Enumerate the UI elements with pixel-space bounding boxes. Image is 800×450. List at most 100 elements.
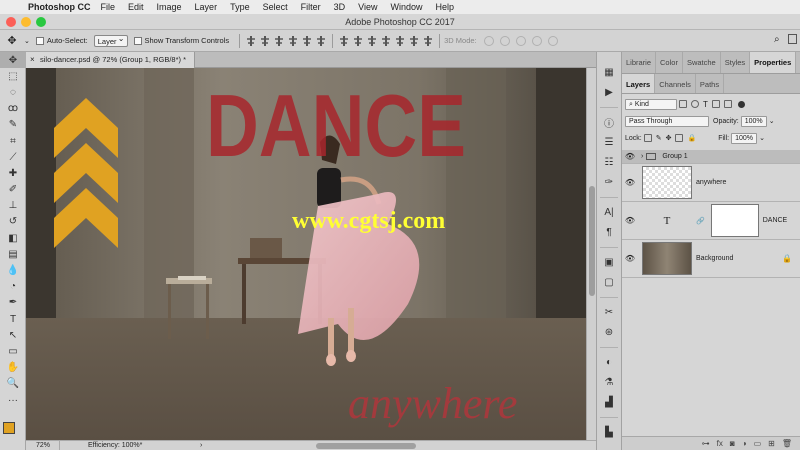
menu-window[interactable]: Window	[390, 2, 422, 12]
align-hcenter-icon[interactable]	[302, 35, 313, 46]
fill-field[interactable]: 100%	[731, 132, 758, 144]
menu-type[interactable]: Type	[230, 2, 250, 12]
show-transform-checkbox[interactable]	[133, 36, 142, 45]
lock-paint-icon[interactable]: ✎	[656, 134, 662, 142]
auto-align-icon[interactable]	[423, 35, 434, 46]
timeline-panel-icon[interactable]: ▟	[597, 392, 621, 412]
menu-3d[interactable]: 3D	[334, 2, 346, 12]
menu-file[interactable]: File	[101, 2, 116, 12]
visibility-eye-icon[interactable]: 👁	[622, 216, 638, 225]
link-layers-icon[interactable]: ⊶	[702, 439, 710, 448]
character-panel-icon[interactable]: A|	[597, 202, 621, 222]
layer-style-icon[interactable]: fx	[717, 439, 723, 448]
auto-select-dropdown[interactable]: Layer	[93, 33, 128, 47]
vertical-scrollbar[interactable]	[586, 68, 596, 440]
horizontal-scroll-thumb[interactable]	[316, 443, 416, 449]
clone-source-icon[interactable]: ⊛	[597, 322, 621, 342]
menu-view[interactable]: View	[358, 2, 377, 12]
tab-color[interactable]: Color	[656, 52, 683, 73]
align-left-icon[interactable]	[288, 35, 299, 46]
distribute-right-icon[interactable]	[409, 35, 420, 46]
show-transform-option[interactable]: Show Transform Controls	[133, 36, 229, 45]
visibility-eye-icon[interactable]: 👁	[622, 178, 638, 187]
delete-layer-icon[interactable]: 🗑	[782, 439, 792, 448]
menu-select[interactable]: Select	[263, 2, 288, 12]
path-select-icon[interactable]: ↖	[0, 327, 26, 343]
menu-edit[interactable]: Edit	[128, 2, 144, 12]
info-panel-icon[interactable]: ⓘ	[597, 112, 621, 132]
zoom-tool-icon[interactable]: 🔍	[0, 376, 26, 392]
tab-properties[interactable]: Properties	[750, 52, 797, 73]
new-adjustment-icon[interactable]: ◑	[742, 439, 747, 448]
3d-orbit-icon[interactable]	[483, 35, 494, 46]
swatches-panel-icon[interactable]: ◐	[597, 352, 621, 372]
distribute-hcenter-icon[interactable]	[395, 35, 406, 46]
document-tab[interactable]: × silo-dancer.psd @ 72% (Group 1, RGB/8*…	[26, 52, 196, 68]
3d-pan-icon[interactable]	[515, 35, 526, 46]
filter-kind-dropdown[interactable]: ⌕ Kind	[625, 98, 677, 110]
dodge-tool-icon[interactable]: ◔	[0, 279, 26, 295]
pen-tool-icon[interactable]: ✒	[0, 295, 26, 311]
align-bottom-icon[interactable]	[274, 35, 285, 46]
minimize-window-button[interactable]	[21, 17, 31, 27]
add-mask-icon[interactable]: ◙	[730, 439, 735, 448]
libraries-panel-icon[interactable]: ▢	[597, 272, 621, 292]
history-brush-icon[interactable]: ↺	[0, 214, 26, 230]
align-top-icon[interactable]	[246, 35, 257, 46]
actions-panel-icon[interactable]: ▶	[597, 82, 621, 102]
visibility-eye-icon[interactable]: 👁	[622, 254, 638, 263]
tab-swatches[interactable]: Swatche	[683, 52, 721, 73]
gradient-tool-icon[interactable]: ▤	[0, 246, 26, 262]
lock-all-icon[interactable]: 🔒	[687, 134, 696, 142]
foreground-color-swatch[interactable]	[3, 422, 15, 434]
navigator-panel-icon[interactable]: ▣	[597, 252, 621, 272]
layer-row-anywhere[interactable]: 👁 anywhere	[622, 164, 800, 202]
shape-filter-icon[interactable]	[711, 100, 720, 108]
smart-object-filter-icon[interactable]	[723, 100, 732, 108]
eraser-tool-icon[interactable]: ◧	[0, 230, 26, 246]
tab-layers[interactable]: Layers	[622, 74, 656, 93]
layer-mask-thumbnail[interactable]	[710, 204, 759, 237]
adjustment-filter-icon[interactable]	[691, 100, 699, 108]
hand-tool-icon[interactable]: ✋	[0, 360, 26, 376]
visibility-eye-icon[interactable]: 👁	[622, 152, 638, 161]
layer-row-dance[interactable]: 👁 T 🔗 DANCE	[622, 202, 800, 240]
more-tools-icon[interactable]: ···	[0, 392, 26, 408]
brush-presets-icon[interactable]: ✑	[597, 172, 621, 192]
layer-row-group[interactable]: 👁 › Group 1	[622, 150, 800, 164]
auto-select-target[interactable]: Layer	[93, 33, 128, 47]
auto-select-option[interactable]: Auto-Select:	[35, 36, 88, 45]
expand-chevron-icon[interactable]: ›	[641, 153, 643, 160]
new-group-icon[interactable]: ▭	[754, 439, 762, 448]
distribute-left-icon[interactable]	[381, 35, 392, 46]
new-layer-icon[interactable]: ⊞	[768, 439, 775, 448]
filter-toggle-icon[interactable]	[737, 100, 745, 108]
distribute-vcenter-icon[interactable]	[353, 35, 364, 46]
styles-panel-icon[interactable]: ⚗	[597, 372, 621, 392]
tool-presets-icon[interactable]: ✂	[597, 302, 621, 322]
opacity-chevron-icon[interactable]: ⌄	[769, 117, 775, 125]
auto-select-checkbox[interactable]	[35, 36, 44, 45]
lock-artboard-icon[interactable]	[675, 134, 684, 142]
blur-tool-icon[interactable]: 💧	[0, 262, 26, 278]
artboard-tool-icon[interactable]: ⬚	[0, 68, 26, 84]
pixel-filter-icon[interactable]	[679, 100, 687, 108]
3d-roll-icon[interactable]	[499, 35, 510, 46]
brush-tool-icon[interactable]: ✐	[0, 182, 26, 198]
tool-preset-chevron-icon[interactable]: ⌄	[24, 37, 30, 45]
tab-paths[interactable]: Paths	[696, 74, 725, 93]
type-filter-icon[interactable]: T	[703, 100, 708, 109]
shape-tool-icon[interactable]: ▭	[0, 343, 26, 359]
status-arrow-icon[interactable]: ›	[200, 441, 202, 450]
quick-select-tool-icon[interactable]: ✎	[0, 117, 26, 133]
menu-layer[interactable]: Layer	[195, 2, 218, 12]
properties-panel-icon[interactable]: ☷	[597, 152, 621, 172]
zoom-level[interactable]: 72%	[26, 441, 60, 450]
histogram-panel-icon[interactable]: ▙	[597, 422, 621, 442]
adjustments-panel-icon[interactable]: ☰	[597, 132, 621, 152]
blend-mode-dropdown[interactable]: Pass Through	[625, 115, 709, 127]
zoom-window-button[interactable]	[36, 17, 46, 27]
marquee-tool-icon[interactable]: ◌	[0, 84, 26, 100]
history-panel-icon[interactable]: ▦	[597, 62, 621, 82]
workspace-icon[interactable]	[788, 34, 797, 44]
